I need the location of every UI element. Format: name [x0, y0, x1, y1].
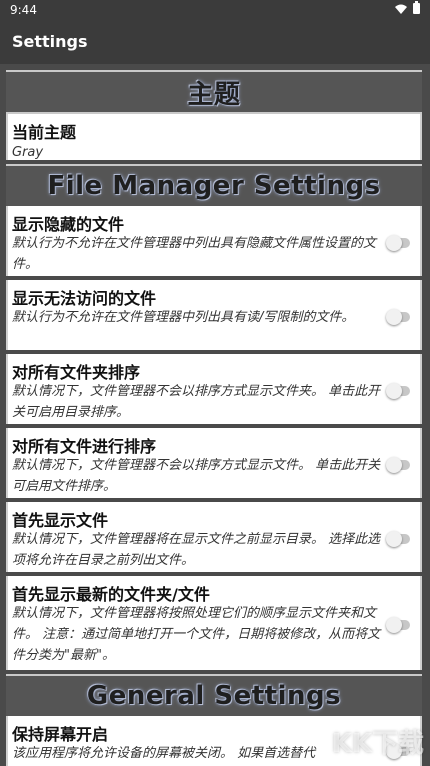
app-bar: Settings — [0, 20, 430, 64]
setting-summary: 默认情况下，文件管理器不会以排序方式显示文件夹。 单击此开关可启用目录排序。 — [12, 384, 381, 420]
setting-summary: Gray — [12, 145, 44, 160]
section-header-general: General Settings — [6, 674, 422, 718]
page-title: Settings — [12, 32, 88, 51]
setting-summary: 默认情况下，文件管理器将在显示文件之前显示目录。 选择此选项将允许在目录之前列出… — [12, 532, 381, 568]
setting-title: 对所有文件夹排序 — [12, 363, 141, 382]
setting-show-files-first[interactable]: 首先显示文件 默认情况下，文件管理器将在显示文件之前显示目录。 选择此选项将允许… — [6, 502, 422, 572]
setting-title: 显示无法访问的文件 — [12, 289, 157, 308]
setting-title: 首先显示最新的文件夹/文件 — [12, 585, 210, 604]
setting-show-newest-first[interactable]: 首先显示最新的文件夹/文件 默认情况下，文件管理器将按照处理它们的顺序显示文件夹… — [6, 576, 422, 670]
status-time: 9:44 — [10, 3, 37, 17]
setting-title: 对所有文件进行排序 — [12, 437, 157, 456]
setting-summary: 默认情况下，文件管理器将按照处理它们的顺序显示文件夹和文件。 注意：通过简单地打… — [12, 606, 381, 663]
setting-summary: 默认行为不允许在文件管理器中列出具有隐藏文件属性设置的文件。 — [12, 236, 377, 272]
setting-show-hidden-files[interactable]: 显示隐藏的文件 默认行为不允许在文件管理器中列出具有隐藏文件属性设置的文件。 — [6, 206, 422, 276]
settings-list[interactable]: 主题 当前主题 Gray File Manager Settings 显示隐藏的… — [0, 64, 430, 766]
setting-title: 当前主题 — [12, 123, 77, 142]
setting-title: 显示隐藏的文件 — [12, 215, 125, 234]
section-header-label: 主题 — [187, 79, 241, 110]
toggle-knob — [386, 617, 402, 633]
wifi-icon — [395, 4, 407, 14]
watermark-logo: KK下载 — [331, 729, 424, 759]
setting-sort-folders[interactable]: 对所有文件夹排序 默认情况下，文件管理器不会以排序方式显示文件夹。 单击此开关可… — [6, 354, 422, 424]
setting-title: 保持屏幕开启 — [12, 725, 109, 744]
status-bar: 9:44 — [0, 0, 430, 20]
setting-current-theme[interactable]: 当前主题 Gray — [6, 114, 422, 160]
toggle-knob — [386, 383, 402, 399]
toggle-knob — [386, 235, 402, 251]
toggle-switch[interactable] — [386, 235, 410, 251]
toggle-knob — [386, 531, 402, 547]
setting-summary: 该应用程序将允许设备的屏幕被关闭。 如果首选替代 — [12, 746, 316, 761]
section-header-theme: 主题 — [6, 70, 422, 114]
section-header-label: File Manager Settings — [47, 171, 381, 201]
toggle-switch[interactable] — [386, 457, 410, 473]
toggle-knob — [386, 309, 402, 325]
setting-summary: 默认情况下，文件管理器不会以排序方式显示文件。 单击此开关可启用文件排序。 — [12, 458, 381, 494]
section-header-file-manager: File Manager Settings — [6, 164, 422, 208]
setting-show-inaccessible-files[interactable]: 显示无法访问的文件 默认行为不允许在文件管理器中列出具有读/写限制的文件。 — [6, 280, 422, 350]
toggle-switch[interactable] — [386, 531, 410, 547]
setting-title: 首先显示文件 — [12, 511, 109, 530]
toggle-switch[interactable] — [386, 383, 410, 399]
setting-summary: 默认行为不允许在文件管理器中列出具有读/写限制的文件。 — [12, 310, 355, 325]
battery-icon — [413, 1, 420, 14]
toggle-switch[interactable] — [386, 309, 410, 325]
status-icons — [395, 1, 420, 14]
setting-sort-files[interactable]: 对所有文件进行排序 默认情况下，文件管理器不会以排序方式显示文件。 单击此开关可… — [6, 428, 422, 498]
toggle-knob — [386, 457, 402, 473]
toggle-switch[interactable] — [386, 617, 410, 633]
section-header-label: General Settings — [86, 681, 342, 711]
